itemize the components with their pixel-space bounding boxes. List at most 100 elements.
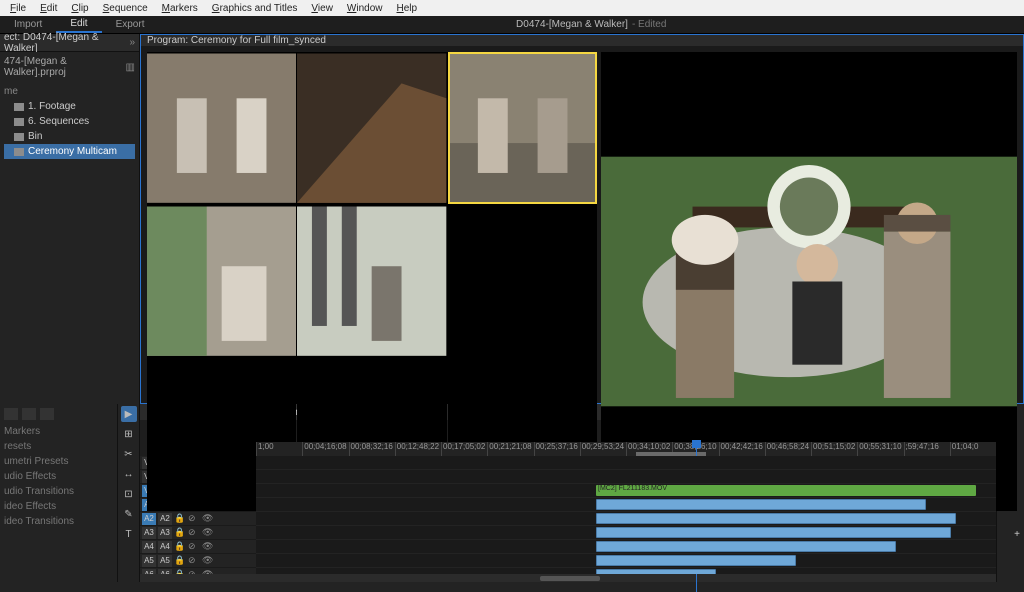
sync-lock-icon[interactable]: ⊘ — [188, 513, 200, 524]
menu-view[interactable]: View — [305, 3, 339, 14]
track-source[interactable]: A2 — [158, 513, 172, 525]
audio-track[interactable] — [256, 568, 996, 574]
bin-item[interactable]: Bin — [4, 129, 135, 144]
type-tool[interactable]: T — [121, 526, 137, 542]
sync-lock-icon[interactable]: ⊘ — [188, 555, 200, 566]
track-header[interactable]: A5A5🔒⊘👁 — [140, 554, 256, 568]
menu-help[interactable]: Help — [391, 3, 424, 14]
cam-1[interactable] — [147, 52, 296, 204]
panel-label: Markers — [4, 424, 113, 439]
bin-item[interactable]: 6. Sequences — [4, 114, 135, 129]
cam-4[interactable] — [147, 205, 296, 357]
razor-tool[interactable]: ↔ — [121, 466, 137, 482]
workspace-export[interactable]: Export — [102, 16, 159, 33]
audio-track[interactable] — [256, 526, 996, 540]
ruler-tick: 00;42;42;16 — [719, 442, 765, 456]
panel-tab[interactable] — [40, 408, 54, 420]
menu-clip[interactable]: Clip — [65, 3, 94, 14]
lock-icon[interactable]: 🔒 — [174, 513, 186, 524]
ruler-tick: 00;55;31;10 — [857, 442, 903, 456]
lock-icon[interactable]: 🔒 — [174, 527, 186, 538]
video-track[interactable] — [256, 456, 996, 470]
ruler-tick: ;59;47;16 — [904, 442, 950, 456]
eye-icon[interactable]: 👁 — [202, 541, 214, 552]
effects-folder[interactable]: resets — [4, 439, 113, 454]
menu-markers[interactable]: Markers — [156, 3, 204, 14]
panel-tab[interactable] — [22, 408, 36, 420]
bin-item[interactable]: 1. Footage — [4, 99, 135, 114]
workspace-edit[interactable]: Edit — [56, 16, 101, 33]
track-area[interactable]: [MC2] FL211183.MOV — [256, 456, 996, 574]
slip-tool[interactable]: ⊡ — [121, 486, 137, 502]
audio-track[interactable] — [256, 540, 996, 554]
bin-item[interactable]: Ceremony Multicam — [4, 144, 135, 159]
audio-clip[interactable] — [596, 569, 716, 574]
eye-icon[interactable]: 👁 — [202, 527, 214, 538]
effects-folder[interactable]: umetri Presets — [4, 454, 113, 469]
audio-track[interactable] — [256, 498, 996, 512]
cam-3[interactable] — [448, 52, 597, 204]
track-header[interactable]: A4A4🔒⊘👁 — [140, 540, 256, 554]
timeline-ruler[interactable]: 1;0000;04;16;0800;08;32;1600;12;48;2200;… — [256, 442, 996, 456]
track-target[interactable]: A2 — [142, 513, 156, 525]
effects-folder[interactable]: udio Transitions — [4, 484, 113, 499]
menu-file[interactable]: File — [4, 3, 32, 14]
audio-clip[interactable] — [596, 541, 896, 552]
scrollbar-thumb[interactable] — [540, 576, 600, 581]
sync-lock-icon[interactable]: ⊘ — [188, 527, 200, 538]
menu-sequence[interactable]: Sequence — [97, 3, 154, 14]
effects-folder[interactable]: ideo Effects — [4, 499, 113, 514]
video-track[interactable] — [256, 470, 996, 484]
audio-track[interactable] — [256, 512, 996, 526]
audio-track[interactable] — [256, 554, 996, 568]
menu-graphics[interactable]: Graphics and Titles — [206, 3, 304, 14]
menu-edit[interactable]: Edit — [34, 3, 63, 14]
document-title: D0474-[Megan & Walker]- Edited — [516, 19, 666, 30]
folder-icon[interactable]: ▥ — [126, 62, 135, 73]
audio-clip[interactable] — [596, 527, 951, 538]
video-track[interactable]: [MC2] FL211183.MOV — [256, 484, 996, 498]
ruler-tick: 00;17;05;02 — [441, 442, 487, 456]
ripple-tool[interactable]: ✂ — [121, 446, 137, 462]
menu-bar: File Edit Clip Sequence Markers Graphics… — [0, 0, 1024, 16]
timeline-scrollbar[interactable] — [140, 574, 996, 582]
eye-icon[interactable]: 👁 — [202, 513, 214, 524]
pen-tool[interactable]: ✎ — [121, 506, 137, 522]
track-header[interactable]: A3A3🔒⊘👁 — [140, 526, 256, 540]
track-source[interactable]: A3 — [158, 527, 172, 539]
cam-6[interactable] — [448, 205, 597, 357]
audio-clip[interactable] — [596, 513, 956, 524]
project-panel: ect: D0474-[Megan & Walker]» 474-[Megan … — [0, 34, 140, 404]
audio-clip[interactable] — [596, 555, 796, 566]
lock-icon[interactable]: 🔒 — [174, 541, 186, 552]
workspace-import[interactable]: Import — [0, 16, 56, 33]
track-select-tool[interactable]: ⊞ — [121, 426, 137, 442]
eye-icon[interactable]: 👁 — [202, 555, 214, 566]
cam-5[interactable] — [297, 205, 446, 357]
panel-tab[interactable] — [4, 408, 18, 420]
tool-palette: ▶ ⊞ ✂ ↔ ⊡ ✎ T — [118, 404, 140, 582]
close-icon[interactable]: » — [129, 37, 135, 48]
effects-folder[interactable]: udio Effects — [4, 469, 113, 484]
track-source[interactable]: A4 — [158, 541, 172, 553]
project-panel-header[interactable]: ect: D0474-[Megan & Walker]» — [0, 34, 139, 52]
video-clip[interactable]: [MC2] FL211183.MOV — [596, 485, 976, 496]
selection-tool[interactable]: ▶ — [121, 406, 137, 422]
program-header[interactable]: Program: Ceremony for Full film_synced — [141, 35, 1023, 46]
effects-panel: Markers resetsumetri Presetsudio Effects… — [0, 404, 118, 582]
effects-folder[interactable]: ideo Transitions — [4, 514, 113, 529]
track-target[interactable]: A5 — [142, 555, 156, 567]
menu-window[interactable]: Window — [341, 3, 389, 14]
track-target[interactable]: A3 — [142, 527, 156, 539]
track-target[interactable]: A4 — [142, 541, 156, 553]
project-label: me — [4, 86, 135, 97]
lock-icon[interactable]: 🔒 — [174, 555, 186, 566]
audio-clip[interactable] — [596, 499, 926, 510]
ruler-tick: 00;12;48;22 — [395, 442, 441, 456]
track-header[interactable]: A2A2🔒⊘👁 — [140, 512, 256, 526]
cam-2[interactable] — [297, 52, 446, 204]
button-editor[interactable]: + — [1014, 529, 1020, 540]
track-source[interactable]: A5 — [158, 555, 172, 567]
sync-lock-icon[interactable]: ⊘ — [188, 541, 200, 552]
ruler-tick: 00;04;16;08 — [302, 442, 348, 456]
